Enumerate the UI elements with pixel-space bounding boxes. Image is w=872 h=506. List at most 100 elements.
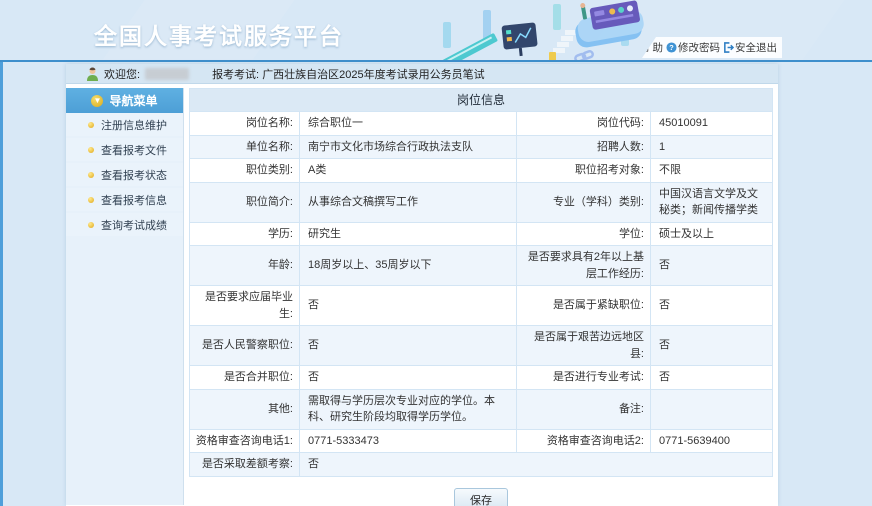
- header-illustration: [425, 0, 655, 62]
- table-row: 资格审查咨询电话1:0771-5333473资格审查咨询电话2:0771-563…: [190, 429, 773, 453]
- question-icon: ?: [666, 42, 677, 53]
- field-label: 学位:: [517, 222, 651, 246]
- field-value: 否: [651, 286, 773, 326]
- welcome-bar: 欢迎您: 报考考试: 广西壮族自治区2025年度考试录用公务员笔试: [66, 64, 778, 84]
- save-row: 保存: [189, 488, 773, 506]
- field-label: 是否要求具有2年以上基层工作经历:: [517, 246, 651, 286]
- logout-icon: [723, 42, 734, 53]
- field-value: 否: [651, 326, 773, 366]
- field-value: 否: [651, 366, 773, 390]
- page-left-edge: [0, 62, 3, 506]
- field-value: 硕士及以上: [651, 222, 773, 246]
- top-nav: 帮 助 ? 修改密码 安全退出: [642, 37, 782, 58]
- field-value: [651, 389, 773, 429]
- field-value: A类: [300, 159, 517, 183]
- field-label: 是否属于艰苦边远地区县:: [517, 326, 651, 366]
- sidebar-item-label: 注册信息维护: [101, 117, 167, 133]
- table-row: 是否要求应届毕业生:否是否属于紧缺职位:否: [190, 286, 773, 326]
- sidebar-title: 导航菜单: [109, 92, 157, 109]
- sidebar-header[interactable]: ▼ 导航菜单: [66, 88, 183, 113]
- field-value: 从事综合文稿撰写工作: [300, 182, 517, 222]
- svg-text:?: ?: [669, 43, 674, 52]
- bullet-icon: [88, 172, 94, 178]
- field-label: 专业（学科）类别:: [517, 182, 651, 222]
- field-label: 资格审查咨询电话2:: [517, 429, 651, 453]
- sidebar-item[interactable]: 注册信息维护: [66, 113, 183, 136]
- field-value: 中国汉语言文学及文秘类；新闻传播学类: [651, 182, 773, 222]
- exam-label: 报考考试:: [212, 69, 259, 81]
- table-row: 是否采取差额考察:否: [190, 453, 773, 477]
- field-label: 是否合并职位:: [190, 366, 300, 390]
- table-row: 职位类别:A类职位招考对象:不限: [190, 159, 773, 183]
- field-label: 是否要求应届毕业生:: [190, 286, 300, 326]
- exam-name: 广西壮族自治区2025年度考试录用公务员笔试: [262, 69, 484, 81]
- field-value: 18周岁以上、35周岁以下: [300, 246, 517, 286]
- field-value: 需取得与学历层次专业对应的学位。本科、研究生阶段均取得学历学位。: [300, 389, 517, 429]
- bullet-icon: [88, 147, 94, 153]
- sidebar-item-label: 查看报考文件: [101, 142, 167, 158]
- table-row: 职位简介:从事综合文稿撰写工作专业（学科）类别:中国汉语言文学及文秘类；新闻传播…: [190, 182, 773, 222]
- app-title: 全国人事考试服务平台: [94, 17, 344, 51]
- field-label: 是否属于紧缺职位:: [517, 286, 651, 326]
- field-label: 岗位名称:: [190, 112, 300, 136]
- field-value: 研究生: [300, 222, 517, 246]
- field-value: 0771-5333473: [300, 429, 517, 453]
- field-value: 否: [651, 246, 773, 286]
- logout-link[interactable]: 安全退出: [723, 40, 777, 55]
- sidebar-menu: 注册信息维护查看报考文件查看报考状态查看报考信息查询考试成绩: [66, 113, 183, 238]
- field-label: 单位名称:: [190, 135, 300, 159]
- sidebar-item-label: 查看报考信息: [101, 192, 167, 208]
- field-value: 45010091: [651, 112, 773, 136]
- table-title: 岗位信息: [190, 89, 773, 112]
- field-value: 1: [651, 135, 773, 159]
- content-container: 欢迎您: 报考考试: 广西壮族自治区2025年度考试录用公务员笔试 ▼ 导航菜单…: [66, 64, 778, 506]
- change-password-label: 修改密码: [678, 40, 720, 55]
- field-value: 南宁市文化市场综合行政执法支队: [300, 135, 517, 159]
- field-label: 年龄:: [190, 246, 300, 286]
- sidebar: ▼ 导航菜单 注册信息维护查看报考文件查看报考状态查看报考信息查询考试成绩: [66, 88, 184, 505]
- field-label: 是否人民警察职位:: [190, 326, 300, 366]
- sidebar-item-label: 查询考试成绩: [101, 217, 167, 233]
- table-row: 年龄:18周岁以上、35周岁以下是否要求具有2年以上基层工作经历:否: [190, 246, 773, 286]
- field-value: 否: [300, 286, 517, 326]
- field-value: 否: [300, 453, 773, 477]
- field-value: 不限: [651, 159, 773, 183]
- field-label: 岗位代码:: [517, 112, 651, 136]
- chevron-down-icon: ▼: [91, 95, 103, 107]
- table-row: 其他:需取得与学历层次专业对应的学位。本科、研究生阶段均取得学历学位。备注:: [190, 389, 773, 429]
- bullet-icon: [88, 222, 94, 228]
- field-label: 职位类别:: [190, 159, 300, 183]
- exam-info: 报考考试: 广西壮族自治区2025年度考试录用公务员笔试: [212, 66, 485, 82]
- field-label: 其他:: [190, 389, 300, 429]
- field-value: 0771-5639400: [651, 429, 773, 453]
- change-password-link[interactable]: ? 修改密码: [666, 40, 720, 55]
- field-value: 否: [300, 366, 517, 390]
- position-info-table: 岗位信息 岗位名称:综合职位一岗位代码:45010091单位名称:南宁市文化市场…: [189, 88, 773, 477]
- table-row: 单位名称:南宁市文化市场综合行政执法支队招聘人数:1: [190, 135, 773, 159]
- table-row: 学历:研究生学位:硕士及以上: [190, 222, 773, 246]
- user-avatar-icon: [86, 67, 99, 81]
- sidebar-item[interactable]: 查看报考文件: [66, 138, 183, 161]
- field-label: 招聘人数:: [517, 135, 651, 159]
- table-row: 是否合并职位:否是否进行专业考试:否: [190, 366, 773, 390]
- masked-username: [145, 68, 189, 80]
- field-value: 综合职位一: [300, 112, 517, 136]
- sidebar-item-label: 查看报考状态: [101, 167, 167, 183]
- field-label: 职位简介:: [190, 182, 300, 222]
- table-row: 岗位名称:综合职位一岗位代码:45010091: [190, 112, 773, 136]
- bullet-icon: [88, 197, 94, 203]
- field-label: 是否进行专业考试:: [517, 366, 651, 390]
- sidebar-item[interactable]: 查看报考信息: [66, 188, 183, 211]
- sidebar-item[interactable]: 查询考试成绩: [66, 213, 183, 236]
- field-label: 职位招考对象:: [517, 159, 651, 183]
- app-header: 全国人事考试服务平台 帮 助 ? 修改密码 安全退出: [0, 0, 872, 62]
- field-label: 资格审查咨询电话1:: [190, 429, 300, 453]
- field-label: 是否采取差额考察:: [190, 453, 300, 477]
- field-label: 备注:: [517, 389, 651, 429]
- table-row: 是否人民警察职位:否是否属于艰苦边远地区县:否: [190, 326, 773, 366]
- bullet-icon: [88, 122, 94, 128]
- field-value: 否: [300, 326, 517, 366]
- sidebar-item[interactable]: 查看报考状态: [66, 163, 183, 186]
- save-button[interactable]: 保存: [454, 488, 508, 506]
- logout-label: 安全退出: [735, 40, 777, 55]
